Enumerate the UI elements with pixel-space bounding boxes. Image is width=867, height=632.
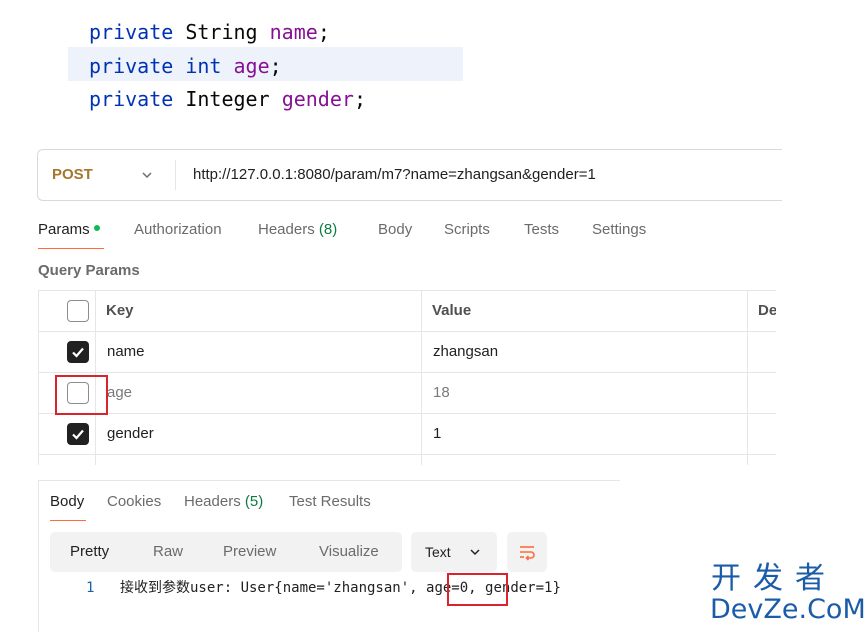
code-line-name: private String name; bbox=[89, 20, 330, 44]
table-row: age 18 bbox=[39, 373, 776, 414]
code-snippet: private String name; private int age; pr… bbox=[0, 0, 480, 130]
method-select[interactable]: POST bbox=[52, 150, 93, 200]
tab-tests[interactable]: Tests bbox=[524, 220, 559, 242]
column-header-description: De bbox=[758, 302, 776, 319]
divider bbox=[175, 160, 176, 190]
chevron-down-icon bbox=[470, 549, 480, 556]
tab-authorization[interactable]: Authorization bbox=[134, 220, 222, 242]
response-border bbox=[38, 480, 39, 632]
param-value[interactable]: zhangsan bbox=[433, 332, 498, 372]
view-mode-raw[interactable]: Raw bbox=[153, 532, 183, 572]
url-input[interactable]: http://127.0.0.1:8080/param/m7?name=zhan… bbox=[193, 150, 596, 200]
param-key[interactable]: age bbox=[107, 373, 132, 413]
response-divider bbox=[38, 480, 620, 481]
query-params-title: Query Params bbox=[38, 262, 140, 279]
column-divider bbox=[747, 291, 748, 465]
view-mode-selector: Pretty Raw Preview Visualize bbox=[50, 532, 402, 572]
select-all-checkbox[interactable] bbox=[67, 300, 89, 322]
table-header-row: Key Value De bbox=[39, 291, 776, 332]
param-value[interactable]: 18 bbox=[433, 373, 450, 413]
param-key[interactable]: name bbox=[107, 332, 145, 372]
response-tab-test-results[interactable]: Test Results bbox=[289, 493, 371, 513]
column-header-key: Key bbox=[106, 302, 134, 319]
table-row: name zhangsan bbox=[39, 332, 776, 373]
format-dropdown[interactable]: Text bbox=[411, 532, 497, 572]
column-header-value: Value bbox=[432, 302, 472, 319]
watermark-logo-bottom: DevZe.CoM bbox=[710, 594, 866, 625]
params-active-dot bbox=[93, 225, 100, 232]
annotation-box-age-result bbox=[447, 573, 508, 606]
watermark-logo-top: 开发者 bbox=[711, 561, 837, 596]
code-line-age: private int age; bbox=[89, 54, 282, 78]
response-tab-cookies[interactable]: Cookies bbox=[107, 493, 161, 513]
format-label: Text bbox=[425, 544, 451, 560]
line-number: 1 bbox=[86, 580, 95, 596]
view-mode-pretty[interactable]: Pretty bbox=[70, 532, 109, 572]
table-row: gender 1 bbox=[39, 414, 776, 455]
param-checkbox-gender[interactable] bbox=[67, 423, 89, 445]
tab-params[interactable]: Params bbox=[38, 220, 100, 242]
response-tab-headers[interactable]: Headers (5) bbox=[184, 493, 263, 513]
check-icon bbox=[72, 347, 84, 358]
response-tab-body[interactable]: Body bbox=[50, 493, 84, 513]
tab-settings[interactable]: Settings bbox=[592, 220, 646, 242]
view-mode-visualize[interactable]: Visualize bbox=[319, 532, 379, 572]
wrap-lines-icon bbox=[520, 546, 535, 561]
code-line-gender: private Integer gender; bbox=[89, 87, 366, 111]
param-value[interactable]: 1 bbox=[433, 414, 441, 454]
active-tab-indicator bbox=[38, 248, 104, 249]
active-response-tab-indicator bbox=[50, 520, 86, 521]
annotation-box-age-checkbox bbox=[55, 375, 108, 415]
tab-scripts[interactable]: Scripts bbox=[444, 220, 490, 242]
tab-headers[interactable]: Headers (8) bbox=[258, 220, 337, 242]
column-divider bbox=[421, 291, 422, 465]
check-icon bbox=[72, 429, 84, 440]
wrap-lines-button[interactable] bbox=[507, 532, 547, 572]
param-checkbox-name[interactable] bbox=[67, 341, 89, 363]
chevron-down-icon[interactable] bbox=[139, 167, 155, 183]
view-mode-preview[interactable]: Preview bbox=[223, 532, 276, 572]
query-params-table: Key Value De name zhangsan age 18 gender… bbox=[38, 290, 776, 465]
request-bar: POST http://127.0.0.1:8080/param/m7?name… bbox=[37, 149, 782, 201]
param-key[interactable]: gender bbox=[107, 414, 154, 454]
tab-body[interactable]: Body bbox=[378, 220, 412, 242]
